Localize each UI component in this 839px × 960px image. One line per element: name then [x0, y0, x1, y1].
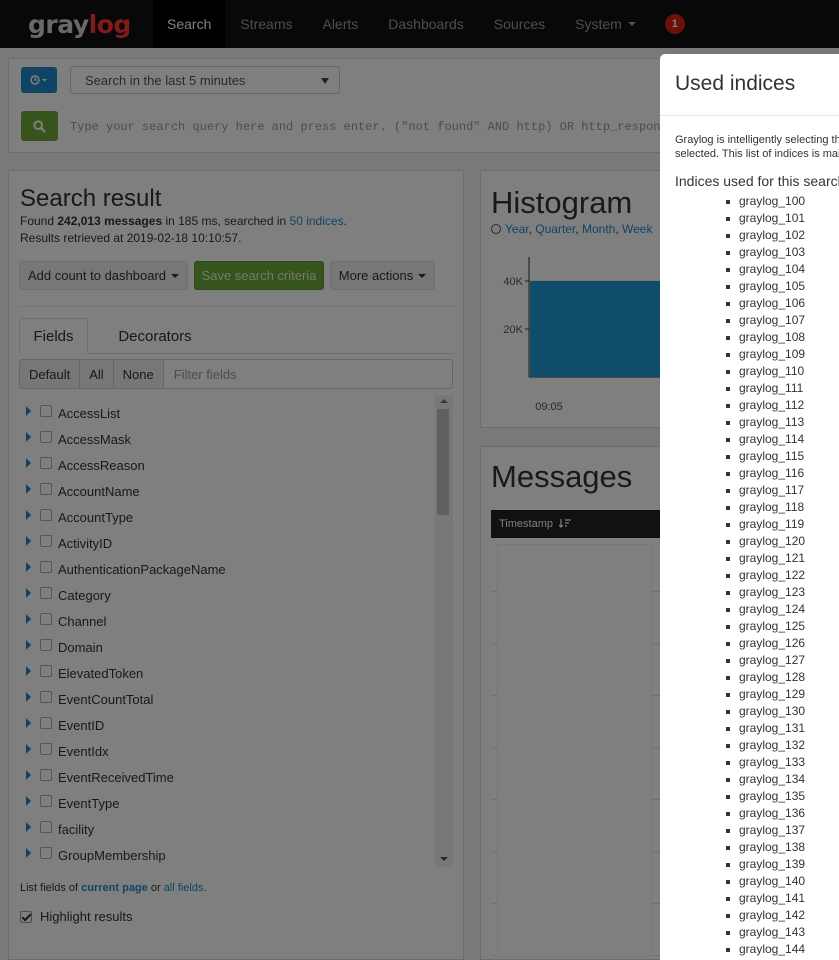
- indices-subtitle: Indices used for this search:: [675, 173, 839, 189]
- used-indices-modal: Used indices Graylog is intelligently se…: [660, 54, 839, 960]
- index-item: graylog_141: [726, 890, 839, 907]
- index-item: graylog_123: [726, 584, 839, 601]
- index-item: graylog_127: [726, 652, 839, 669]
- index-item: graylog_119: [726, 516, 839, 533]
- index-item: graylog_109: [726, 346, 839, 363]
- index-item: graylog_111: [726, 380, 839, 397]
- index-item: graylog_143: [726, 924, 839, 941]
- index-item: graylog_110: [726, 363, 839, 380]
- index-item: graylog_104: [726, 261, 839, 278]
- index-item: graylog_124: [726, 601, 839, 618]
- index-item: graylog_113: [726, 414, 839, 431]
- index-item: graylog_116: [726, 465, 839, 482]
- index-item: graylog_121: [726, 550, 839, 567]
- index-item: graylog_115: [726, 448, 839, 465]
- index-item: graylog_130: [726, 703, 839, 720]
- index-item: graylog_139: [726, 856, 839, 873]
- indices-list: graylog_100 graylog_101 graylog_102 graylog…: [726, 193, 839, 958]
- index-item: graylog_107: [726, 312, 839, 329]
- index-item: graylog_133: [726, 754, 839, 771]
- index-item: graylog_132: [726, 737, 839, 754]
- index-item: graylog_114: [726, 431, 839, 448]
- index-item: graylog_135: [726, 788, 839, 805]
- modal-description: Graylog is intelligently selecting the i…: [675, 133, 839, 161]
- modal-header: Used indices: [660, 54, 839, 116]
- index-item: graylog_105: [726, 278, 839, 295]
- index-item: graylog_140: [726, 873, 839, 890]
- modal-description-line: Graylog is intelligently selecting the i…: [675, 134, 839, 146]
- index-item: graylog_103: [726, 244, 839, 261]
- modal-title: Used indices: [675, 72, 796, 95]
- index-item: graylog_112: [726, 397, 839, 414]
- index-item: graylog_138: [726, 839, 839, 856]
- index-item: graylog_144: [726, 941, 839, 958]
- index-item: graylog_117: [726, 482, 839, 499]
- index-item: graylog_101: [726, 210, 839, 227]
- index-item: graylog_128: [726, 669, 839, 686]
- index-item: graylog_125: [726, 618, 839, 635]
- index-item: graylog_122: [726, 567, 839, 584]
- index-item: graylog_126: [726, 635, 839, 652]
- index-item: graylog_129: [726, 686, 839, 703]
- index-item: graylog_120: [726, 533, 839, 550]
- index-item: graylog_100: [726, 193, 839, 210]
- modal-description-line: selected. This list of indices is mainly…: [675, 148, 839, 160]
- index-item: graylog_108: [726, 329, 839, 346]
- index-item: graylog_142: [726, 907, 839, 924]
- index-item: graylog_102: [726, 227, 839, 244]
- index-item: graylog_106: [726, 295, 839, 312]
- index-item: graylog_131: [726, 720, 839, 737]
- index-item: graylog_134: [726, 771, 839, 788]
- index-item: graylog_137: [726, 822, 839, 839]
- index-item: graylog_118: [726, 499, 839, 516]
- index-item: graylog_136: [726, 805, 839, 822]
